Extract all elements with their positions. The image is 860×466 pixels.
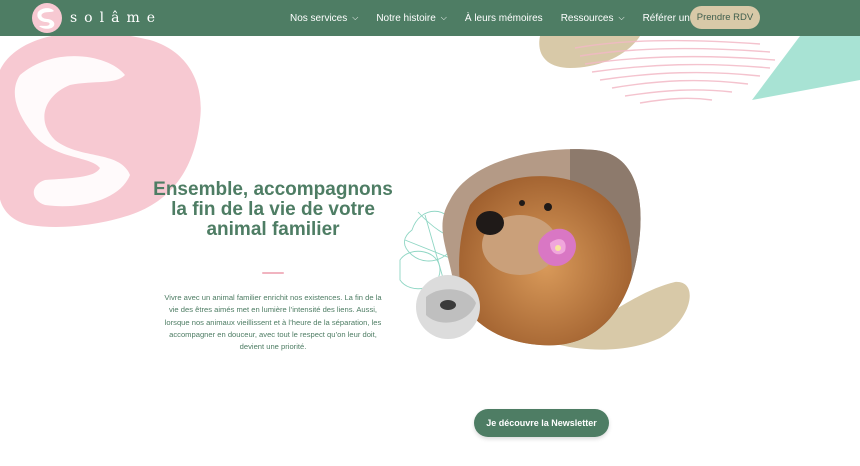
nav-item-services[interactable]: Nos services ⌵ — [290, 13, 358, 24]
nav-item-label: Nos services — [290, 12, 348, 24]
brand-name: solâme — [70, 10, 162, 26]
pink-fingerprint-lines — [574, 39, 776, 104]
nav-item-label: Ressources — [560, 12, 614, 24]
nav-item-histoire[interactable]: Notre histoire ⌵ — [376, 13, 447, 24]
chevron-down-icon: ⌵ — [618, 13, 625, 22]
nav-item-label: Notre histoire — [376, 12, 436, 24]
nav-item-ressources[interactable]: Ressources ⌵ — [561, 13, 625, 24]
newsletter-button[interactable]: Je découvre la Newsletter — [474, 409, 609, 437]
chevron-down-icon: ⌵ — [440, 13, 447, 22]
brand-logo[interactable]: solâme — [32, 3, 162, 33]
puppy-thumbnail — [416, 275, 480, 339]
beige-blob-top — [539, 36, 640, 68]
prendre-rdv-button[interactable]: Prendre RDV — [690, 6, 760, 29]
mint-triangle — [752, 36, 860, 100]
main-nav: Nos services ⌵ Notre histoire ⌵ À leurs … — [290, 0, 726, 36]
site-header: solâme Nos services ⌵ Notre histoire ⌵ À… — [0, 0, 860, 36]
solame-s-logo-icon — [32, 3, 62, 33]
nav-item-memoires[interactable]: À leurs mémoires — [465, 13, 543, 24]
chevron-down-icon: ⌵ — [352, 13, 359, 22]
hero-title: Ensemble, accompagnons la fin de la vie … — [153, 179, 393, 240]
nav-item-label: À leurs mémoires — [464, 12, 543, 24]
title-divider — [262, 272, 284, 274]
hero-description: Vivre avec un animal familier enrichit n… — [164, 293, 382, 352]
dog-with-flower-photo — [416, 149, 641, 346]
